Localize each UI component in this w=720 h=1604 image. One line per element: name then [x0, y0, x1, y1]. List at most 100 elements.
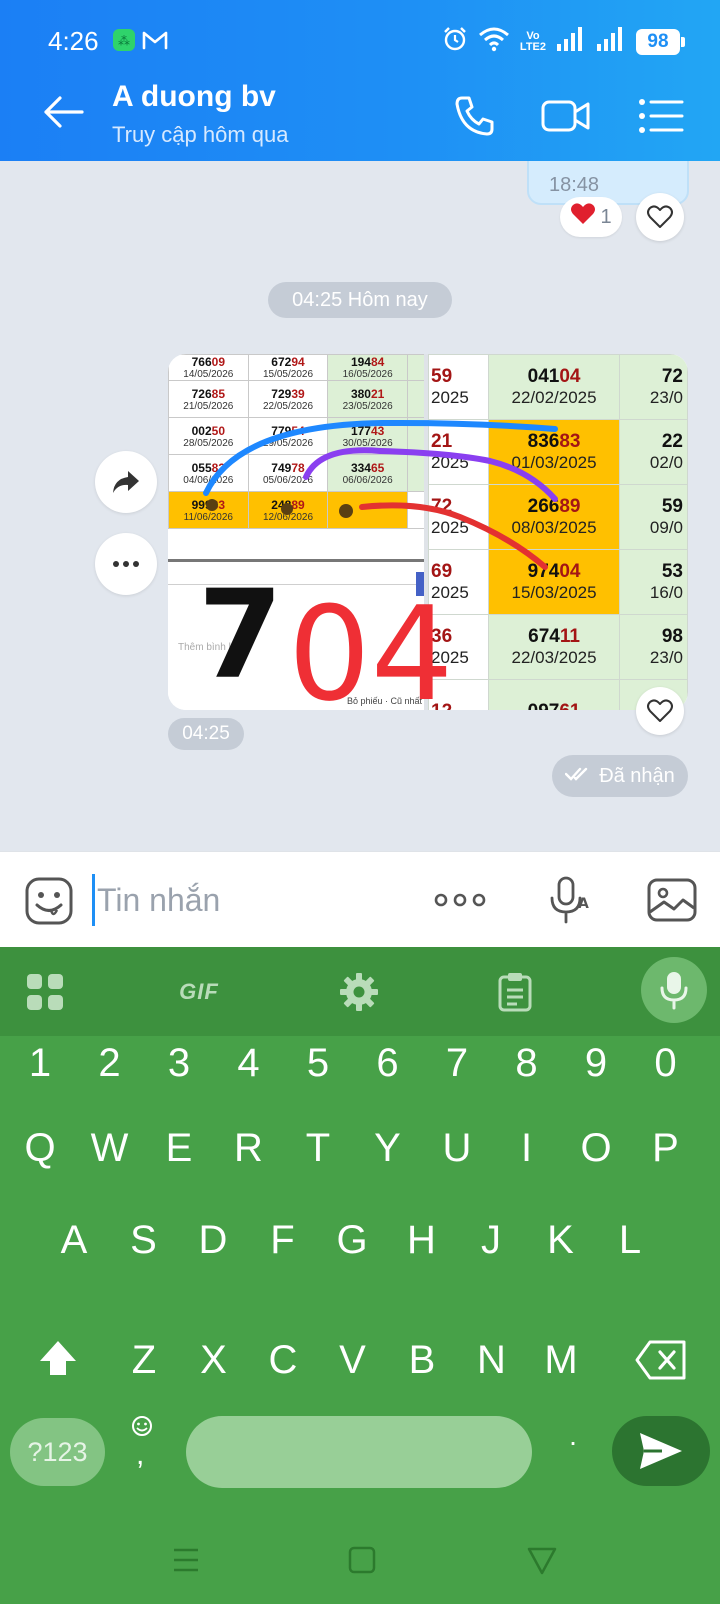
backspace-key[interactable] [634, 1338, 688, 1382]
left-table-cell: 05583 04/06/2026 [168, 454, 249, 492]
key-u[interactable]: U [427, 1116, 487, 1180]
key-x[interactable]: X [184, 1328, 244, 1392]
image-react-heart-button[interactable] [636, 687, 684, 735]
key-n[interactable]: N [462, 1328, 522, 1392]
last-seen-status: Truy cập hôm qua [112, 122, 289, 147]
left-table-cell: 99983 11/06/2026 [168, 491, 249, 529]
key-7[interactable]: 7 [427, 1031, 487, 1095]
sticker-button[interactable] [24, 876, 74, 926]
key-e[interactable]: E [149, 1116, 209, 1180]
left-table-row: 72685 21/05/2026 72939 22/05/2026 38021 23/05… [168, 380, 426, 418]
chat-area[interactable]: 18:48 1 04:25 Hôm nay 76609 14/05/2026 672… [0, 161, 720, 851]
gif-button[interactable]: GIF [176, 969, 222, 1015]
key-w[interactable]: W [80, 1116, 140, 1180]
key-y[interactable]: Y [358, 1116, 418, 1180]
key-p[interactable]: P [636, 1116, 696, 1180]
period-key[interactable]: . [558, 1420, 588, 1480]
send-key[interactable] [612, 1416, 710, 1486]
status-indicators: Vo LTE2 98 [442, 26, 685, 57]
space-key[interactable] [186, 1416, 532, 1488]
right-table-cell: 59 2025 [428, 354, 489, 420]
chat-title[interactable]: A duong bv [112, 80, 276, 114]
nav-home-button[interactable] [342, 1540, 382, 1580]
key-4[interactable]: 4 [219, 1031, 279, 1095]
key-9[interactable]: 9 [566, 1031, 626, 1095]
apps-grid-icon[interactable] [22, 969, 68, 1015]
nav-back-button[interactable] [522, 1540, 562, 1580]
reaction-summary[interactable]: 1 [560, 197, 622, 237]
left-table-row: 05583 04/06/2026 74978 05/06/2026 33465 06/06… [168, 454, 426, 492]
left-table-cell: 77954 29/05/2026 [247, 417, 329, 455]
key-8[interactable]: 8 [497, 1031, 557, 1095]
key-f[interactable]: F [253, 1208, 313, 1272]
key-2[interactable]: 2 [80, 1031, 140, 1095]
key-o[interactable]: O [566, 1116, 626, 1180]
key-h[interactable]: H [392, 1208, 452, 1272]
key-1[interactable]: 1 [10, 1031, 70, 1095]
right-table-cell: 72 2025 [428, 484, 489, 550]
key-a[interactable]: A [44, 1208, 104, 1272]
image-message[interactable]: 76609 14/05/2026 67294 15/05/2026 19484 16/05… [168, 354, 688, 710]
key-d[interactable]: D [183, 1208, 243, 1272]
emoji-comma-key[interactable]: , [128, 1414, 164, 1484]
left-table-edge-cell [407, 380, 426, 418]
delivery-status: Đã nhận [552, 755, 688, 797]
key-0[interactable]: 0 [636, 1031, 696, 1095]
settings-gear-icon[interactable] [336, 969, 382, 1015]
key-j[interactable]: J [461, 1208, 521, 1272]
voice-message-button[interactable]: A [545, 874, 597, 926]
left-table-cell: 19484 16/05/2026 [327, 354, 408, 381]
key-c[interactable]: C [253, 1328, 313, 1392]
shift-key[interactable] [34, 1335, 82, 1383]
svg-text:⁂: ⁂ [118, 34, 130, 48]
key-b[interactable]: B [392, 1328, 452, 1392]
keyboard-voice-input-button[interactable] [641, 957, 707, 1023]
key-r[interactable]: R [219, 1116, 279, 1180]
left-table-cell: 38021 23/05/2026 [327, 380, 408, 418]
key-v[interactable]: V [323, 1328, 383, 1392]
key-i[interactable]: I [497, 1116, 557, 1180]
more-actions-button[interactable] [434, 874, 486, 926]
status-bar: 4:26 ⁂ Vo LTE2 98 [0, 18, 720, 64]
key-6[interactable]: 6 [358, 1031, 418, 1095]
left-table-cell: 76609 14/05/2026 [168, 354, 249, 381]
gallery-button[interactable] [646, 874, 698, 926]
key-5[interactable]: 5 [288, 1031, 348, 1095]
left-table-cell [327, 491, 408, 529]
right-table-row: 59 2025 04104 22/02/2025 72 23/0 [428, 354, 688, 420]
right-table-cell: 69 2025 [428, 549, 489, 615]
right-table-row: 21 2025 83683 01/03/2025 22 02/0 [428, 419, 688, 485]
key-k[interactable]: K [531, 1208, 591, 1272]
left-table-cell: 17743 30/05/2026 [327, 417, 408, 455]
key-m[interactable]: M [531, 1328, 591, 1392]
forward-button[interactable] [95, 451, 157, 513]
app-header: 4:26 ⁂ Vo LTE2 98 A duong bv Truy cập hô… [0, 0, 720, 161]
more-options-button[interactable] [95, 533, 157, 595]
clipboard-icon[interactable] [492, 969, 538, 1015]
video-call-button[interactable] [540, 90, 592, 142]
symbols-key[interactable]: ?123 [10, 1418, 105, 1486]
message-input[interactable] [92, 874, 422, 926]
nav-recents-button[interactable] [166, 1540, 206, 1580]
key-z[interactable]: Z [114, 1328, 174, 1392]
menu-button[interactable] [636, 90, 688, 142]
wifi-icon [478, 26, 510, 57]
reaction-count: 1 [600, 205, 612, 228]
key-l[interactable]: L [600, 1208, 660, 1272]
previous-message-time: 18:48 [549, 174, 600, 196]
key-t[interactable]: T [288, 1116, 348, 1180]
key-g[interactable]: G [322, 1208, 382, 1272]
left-table-cell: 67294 15/05/2026 [247, 354, 329, 381]
key-q[interactable]: Q [10, 1116, 70, 1180]
vote-footer: Bỏ phiếu · Cũ nhất [346, 696, 422, 706]
left-table-cell: 24889 12/06/2026 [247, 491, 329, 529]
comma-label: , [136, 1438, 145, 1471]
left-table-cell: 00250 28/05/2026 [168, 417, 249, 455]
react-heart-button[interactable] [636, 193, 684, 241]
key-3[interactable]: 3 [149, 1031, 209, 1095]
call-button[interactable] [448, 90, 500, 142]
back-button[interactable] [40, 92, 88, 132]
image-left-screenshot: 76609 14/05/2026 67294 15/05/2026 19484 16/05… [168, 354, 426, 710]
gmail-icon [142, 28, 168, 52]
key-s[interactable]: S [114, 1208, 174, 1272]
